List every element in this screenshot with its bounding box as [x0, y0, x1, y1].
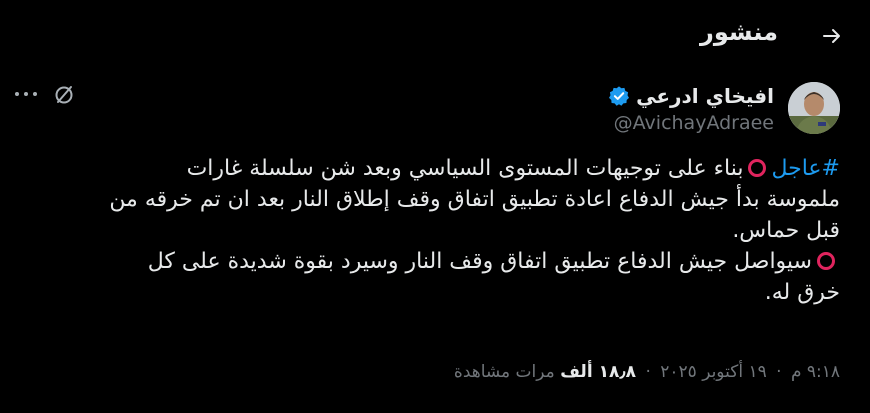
post-text: #عاجل بناء على توجيهات المستوى السياسي وب…: [30, 153, 840, 308]
post-date[interactable]: ١٩ أكتوبر ٢٠٢٥: [660, 362, 766, 382]
author-display-name[interactable]: افيخاي ادرعي: [636, 84, 774, 108]
post-line-1: #عاجل بناء على توجيهات المستوى السياسي وب…: [30, 153, 840, 184]
post-meta: ٩:١٨ م · ١٩ أكتوبر ٢٠٢٥ · ١٨٫٨ ألف مرات …: [454, 362, 840, 382]
hashtag-link[interactable]: #عاجل: [771, 156, 840, 181]
page-title: منشور: [700, 18, 778, 46]
arrow-right-icon: [823, 29, 840, 43]
post-time[interactable]: ٩:١٨ م: [791, 362, 840, 382]
grok-button[interactable]: [50, 80, 78, 108]
avatar-image: [788, 82, 840, 134]
red-circle-icon: [817, 252, 835, 270]
verified-badge-icon[interactable]: [608, 85, 630, 107]
more-options-button[interactable]: [12, 84, 40, 104]
back-button[interactable]: [814, 18, 850, 54]
red-circle-icon: [748, 159, 767, 177]
post-line-3: قبل حماس.: [732, 218, 840, 243]
meta-separator: ·: [776, 362, 782, 382]
author-handle[interactable]: @AvichayAdraee: [614, 112, 774, 134]
post-line-4: سيواصل جيش الدفاع تطبيق اتفاق وقف النار …: [30, 246, 840, 277]
post-page: منشور افيخاي ادرعي @AvichayAdraee #عاجلب…: [0, 0, 870, 413]
grok-icon: [55, 86, 73, 104]
meta-separator: ·: [645, 362, 651, 382]
post-line-5: خرق له.: [764, 280, 840, 305]
avatar[interactable]: [788, 82, 840, 134]
author-name[interactable]: افيخاي ادرعي: [608, 84, 774, 108]
views-count: ١٨٫٨ ألف: [560, 362, 637, 382]
post-line-4-text: سيواصل جيش الدفاع تطبيق اتفاق وقف النار …: [147, 249, 812, 274]
post-line-1-text: بناء على توجيهات المستوى السياسي وبعد شن…: [186, 156, 744, 181]
more-horizontal-icon: [15, 92, 37, 96]
views-label: مرات مشاهدة: [453, 362, 555, 382]
header: منشور: [0, 0, 870, 72]
post-line-2: ملموسة بدأ جيش الدفاع اعادة تطبيق اتفاق …: [109, 187, 840, 212]
